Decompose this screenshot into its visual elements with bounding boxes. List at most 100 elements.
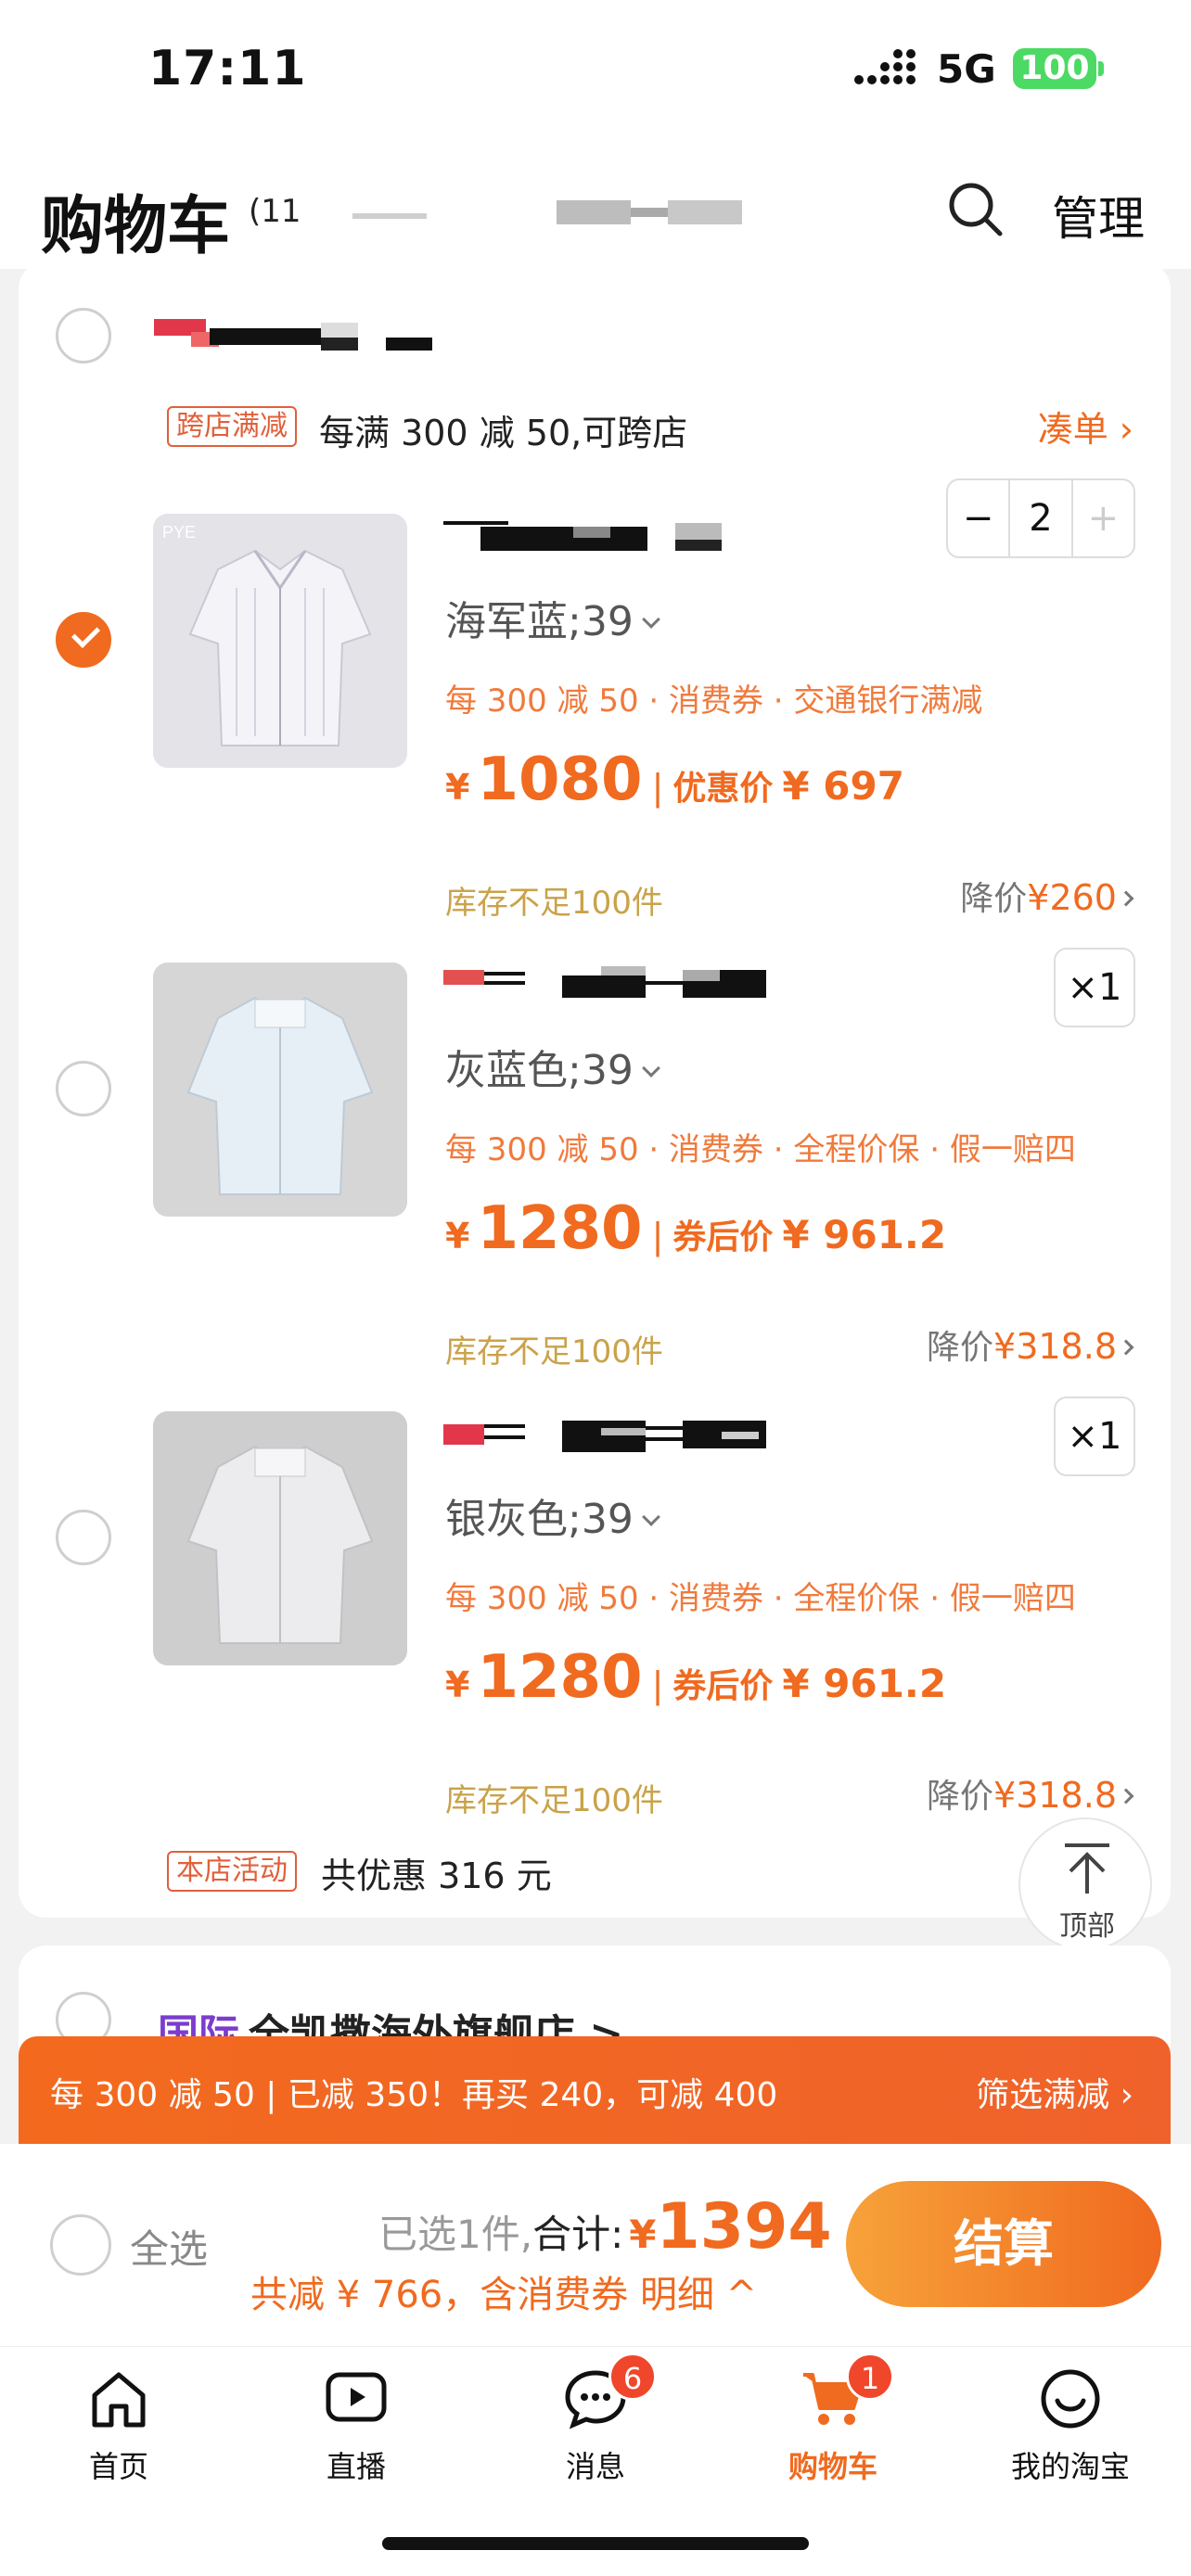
- store-select-radio[interactable]: [56, 308, 111, 363]
- selected-count: 已选1件,: [378, 2212, 533, 2257]
- checkout-bar: 全选 已选1件,合计: ¥1394 共减 ¥ 766，含消费券 明细 ^ 结算: [0, 2144, 1191, 2346]
- tab-live[interactable]: 直播: [263, 2366, 449, 2486]
- quantity-badge[interactable]: ×1: [1054, 1396, 1135, 1476]
- manage-button[interactable]: 管理: [1052, 182, 1145, 249]
- savings-text: 共减 ¥ 766，含消费券 明细: [250, 2274, 714, 2316]
- tab-label: 我的淘宝: [1010, 2449, 1130, 2484]
- discount-label: 券后价: [672, 1667, 774, 1705]
- coudan-link[interactable]: 凑单 ›: [1038, 401, 1133, 452]
- redacted-area: [352, 200, 742, 224]
- live-icon: [326, 2372, 387, 2422]
- price-drop-value: ¥260: [1027, 877, 1117, 918]
- discount-price: ¥ 697: [782, 763, 904, 809]
- select-all-radio[interactable]: [50, 2214, 111, 2276]
- store-card: 跨店满减 每满 300 减 50,可跨店 凑单 › PYE − 2 + 海军蓝;…: [19, 261, 1171, 1918]
- home-indicator[interactable]: [382, 2537, 809, 2550]
- battery-tip: [1098, 61, 1104, 76]
- tab-label: 消息: [565, 2449, 625, 2484]
- cart-header: 购物车 (11 管理: [0, 139, 1191, 269]
- tab-my-taobao[interactable]: 我的淘宝: [978, 2366, 1163, 2486]
- savings-detail-link[interactable]: 共减 ¥ 766，含消费券 明细 ^: [250, 2264, 757, 2318]
- price-row: ¥1080 | 优惠价 ¥ 697: [445, 746, 904, 814]
- item-select-radio[interactable]: [56, 612, 111, 668]
- discount-label: 优惠价: [672, 770, 774, 808]
- chevron-right-icon: [1118, 890, 1134, 907]
- checkout-button[interactable]: 结算: [846, 2181, 1161, 2307]
- tab-home[interactable]: 首页: [26, 2366, 211, 2486]
- chevron-down-icon: [641, 610, 660, 629]
- total-amount: 1394: [656, 2190, 832, 2264]
- qty-increase-button[interactable]: +: [1070, 480, 1133, 556]
- chevron-right-icon: [1118, 1788, 1134, 1804]
- price-drop-value: ¥318.8: [993, 1775, 1117, 1816]
- product-image[interactable]: PYE: [153, 514, 407, 768]
- qty-value[interactable]: 2: [1010, 480, 1070, 556]
- promo-banner-text: 每 300 减 50 | 已减 350！再买 240，可减 400: [50, 2076, 778, 2114]
- selected-summary: 已选1件,合计: ¥1394: [378, 2190, 832, 2264]
- price-drop-value: ¥318.8: [993, 1326, 1117, 1367]
- arrow-up-icon: [1065, 1843, 1109, 1894]
- tab-label: 购物车: [788, 2449, 877, 2484]
- status-time: 17:11: [148, 41, 307, 96]
- variant-selector[interactable]: 灰蓝色;39: [445, 1037, 660, 1096]
- variant-label: 灰蓝色;39: [445, 1047, 634, 1094]
- shirt-image: PYE: [153, 514, 407, 768]
- price-currency: ¥: [445, 767, 470, 808]
- quantity-badge[interactable]: ×1: [1054, 948, 1135, 1027]
- quantity-stepper[interactable]: − 2 +: [946, 478, 1135, 558]
- cart-item: PYE − 2 + 海军蓝;39 每 300 减 50 · 消费券 · 交通银行…: [19, 478, 1171, 963]
- total-currency: ¥: [629, 2212, 657, 2257]
- item-promotions: 每 300 减 50 · 消费券 · 交通银行满减: [445, 682, 983, 720]
- back-to-top-label: 顶部: [1059, 1910, 1115, 1943]
- filter-promo-link[interactable]: 筛选满减 ›: [976, 2068, 1133, 2116]
- select-all-label[interactable]: 全选: [130, 2218, 208, 2275]
- page-title: 购物车: [41, 190, 231, 263]
- product-image[interactable]: [153, 1411, 407, 1665]
- variant-selector[interactable]: 海军蓝;39: [445, 588, 660, 647]
- item-select-radio[interactable]: [56, 1510, 111, 1565]
- item-promotions: 每 300 减 50 · 消费券 · 全程价保 · 假一赔四: [445, 1580, 1076, 1617]
- price-drop-label: 降价: [927, 1778, 994, 1816]
- cart-item: ×1 灰蓝色;39 每 300 减 50 · 消费券 · 全程价保 · 假一赔四…: [19, 948, 1171, 1411]
- back-to-top-button[interactable]: 顶部: [1018, 1817, 1152, 1951]
- cross-store-promo-tag: 跨店满减: [167, 406, 297, 447]
- cart-item: ×1 银灰色;39 每 300 减 50 · 消费券 · 全程价保 · 假一赔四…: [19, 1396, 1171, 1860]
- product-title-redacted: [443, 521, 722, 551]
- item-price: 1280: [477, 1643, 643, 1712]
- search-icon[interactable]: [946, 180, 1005, 239]
- qty-decrease-button[interactable]: −: [948, 480, 1011, 556]
- battery-icon: 100: [1013, 48, 1096, 89]
- chevron-down-icon: [641, 1508, 660, 1526]
- tab-cart[interactable]: 1 购物车: [740, 2353, 926, 2486]
- price-currency: ¥: [445, 1664, 470, 1705]
- price-drop-link[interactable]: 降价¥318.8: [927, 1769, 1134, 1817]
- price-divider: |: [651, 767, 664, 808]
- cart-count: (11: [249, 193, 301, 230]
- variant-label: 银灰色;39: [445, 1496, 634, 1543]
- price-drop-label: 降价: [927, 1329, 994, 1367]
- item-price: 1280: [477, 1194, 643, 1263]
- coudan-label: 凑单: [1037, 409, 1108, 450]
- discount-label: 券后价: [672, 1218, 774, 1256]
- brand-logo: PYE: [162, 523, 196, 542]
- network-label: 5G: [937, 46, 996, 92]
- tab-label: 首页: [88, 2449, 148, 2484]
- price-drop-link[interactable]: 降价¥260: [960, 872, 1134, 920]
- product-title-redacted: [443, 966, 766, 998]
- shop-activity-tag: 本店活动: [167, 1851, 297, 1892]
- variant-selector[interactable]: 银灰色;39: [445, 1486, 660, 1545]
- message-badge: 6: [608, 2353, 657, 2401]
- product-image[interactable]: [153, 963, 407, 1217]
- shirt-image: [153, 963, 407, 1217]
- price-divider: |: [651, 1664, 664, 1705]
- item-select-radio[interactable]: [56, 1061, 111, 1116]
- shop-activity-text: 共优惠 316 元: [321, 1855, 552, 1896]
- tab-messages[interactable]: 6 消息: [503, 2353, 688, 2486]
- home-icon: [92, 2372, 146, 2428]
- discount-price: ¥ 961.2: [782, 1661, 947, 1706]
- price-drop-link[interactable]: 降价¥318.8: [927, 1320, 1134, 1369]
- stock-warning: 库存不足100件: [445, 1782, 663, 1819]
- price-drop-label: 降价: [960, 880, 1028, 918]
- status-bar: 17:11 5G 100: [0, 0, 1191, 139]
- signal-icon: [854, 49, 916, 84]
